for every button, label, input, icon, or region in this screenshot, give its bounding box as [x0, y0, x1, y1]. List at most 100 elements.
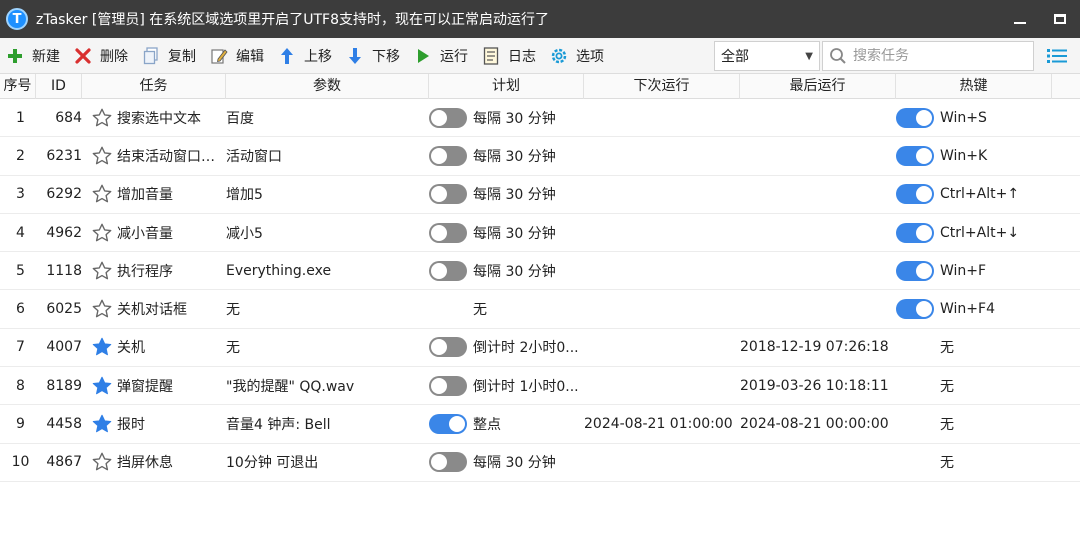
- task-table: 1 684 搜索选中文本 百度 每隔 30 分钟 Win+S 2 6231 结束活动窗口及..…: [0, 99, 1080, 482]
- row-seq: 6: [16, 301, 25, 318]
- row-last-run: [740, 214, 896, 251]
- toggle-knob: [916, 186, 932, 203]
- row-next-run: [584, 367, 740, 404]
- row-task-cell: 减小音量: [82, 214, 226, 251]
- log-button[interactable]: 日志: [476, 38, 544, 74]
- favorite-star-outline-icon[interactable]: [91, 183, 113, 205]
- row-hotkey: 无: [940, 340, 954, 357]
- toggle-knob: [431, 454, 447, 471]
- row-param: 减小5: [226, 225, 263, 242]
- row-plan-cell: 每隔 30 分钟: [429, 137, 584, 174]
- plan-toggle-switch[interactable]: [429, 414, 467, 435]
- plan-toggle-switch[interactable]: [429, 337, 467, 358]
- row-hotkey: Win+S: [940, 109, 987, 126]
- row-last-run: [740, 137, 896, 174]
- toggle-knob: [431, 339, 447, 356]
- plan-toggle-switch[interactable]: [429, 222, 467, 243]
- plan-toggle-switch[interactable]: [429, 260, 467, 281]
- delete-label: 删除: [100, 48, 128, 65]
- column-header-plan[interactable]: 计划: [429, 74, 584, 99]
- hotkey-toggle-switch[interactable]: [896, 184, 934, 205]
- table-row[interactable]: 9 4458 报时 音量4 钟声: Bell 整点 2024-08-21 01:00:00…: [0, 405, 1080, 444]
- plan-toggle-switch[interactable]: [429, 107, 467, 128]
- minimize-button[interactable]: [1000, 0, 1040, 38]
- edit-label: 编辑: [236, 48, 264, 65]
- delete-button[interactable]: 删除: [68, 38, 136, 74]
- list-view-icon: [1047, 49, 1067, 63]
- move-up-button[interactable]: 上移: [272, 38, 340, 74]
- column-header-next-run[interactable]: 下次运行: [584, 74, 740, 99]
- column-header-last-run[interactable]: 最后运行: [740, 74, 896, 99]
- list-view-button[interactable]: [1034, 38, 1080, 74]
- maximize-icon: [1054, 14, 1066, 24]
- row-hotkey-cell: 无: [896, 329, 1080, 366]
- row-plan: 每隔 30 分钟: [473, 148, 556, 165]
- column-header-seq[interactable]: 序号: [0, 74, 36, 99]
- favorite-star-outline-icon[interactable]: [91, 145, 113, 167]
- table-row[interactable]: 1 684 搜索选中文本 百度 每隔 30 分钟 Win+S: [0, 99, 1080, 138]
- hotkey-toggle-switch[interactable]: [896, 299, 934, 320]
- play-icon: [414, 47, 432, 65]
- table-row[interactable]: 6 6025 关机对话框 无 无 Win+F4: [0, 290, 1080, 329]
- favorite-star-outline-icon[interactable]: [91, 298, 113, 320]
- row-last-run: 2024-08-21 00:00:00: [740, 416, 889, 433]
- plan-toggle-switch[interactable]: [429, 145, 467, 166]
- hotkey-toggle-switch[interactable]: [896, 107, 934, 128]
- row-last-run: [740, 290, 896, 327]
- favorite-star-filled-icon[interactable]: [91, 336, 113, 358]
- plan-toggle-switch[interactable]: [429, 184, 467, 205]
- toggle-knob: [431, 377, 447, 394]
- row-hotkey-cell: 无: [896, 367, 1080, 404]
- row-next-run: [584, 444, 740, 481]
- hotkey-toggle-switch[interactable]: [896, 145, 934, 166]
- favorite-star-outline-icon[interactable]: [91, 260, 113, 282]
- favorite-star-outline-icon[interactable]: [91, 451, 113, 473]
- row-next-run: [584, 99, 740, 136]
- column-header-hotkey[interactable]: 热键: [896, 74, 1052, 99]
- hotkey-toggle-switch[interactable]: [896, 222, 934, 243]
- plan-toggle-switch[interactable]: [429, 375, 467, 396]
- toggle-knob: [431, 262, 447, 279]
- row-id: 8189: [46, 377, 82, 394]
- favorite-star-filled-icon[interactable]: [91, 413, 113, 435]
- column-header-task[interactable]: 任务: [82, 74, 226, 99]
- log-document-icon: [482, 46, 500, 65]
- move-down-button[interactable]: 下移: [340, 38, 408, 74]
- row-param: 增加5: [226, 187, 263, 204]
- table-row[interactable]: 10 4867 挡屏休息 10分钟 可退出 每隔 30 分钟 无: [0, 444, 1080, 482]
- row-task-cell: 报时: [82, 405, 226, 442]
- row-plan-cell: 每隔 30 分钟: [429, 444, 584, 481]
- table-row[interactable]: 5 1118 执行程序 Everything.exe 每隔 30 分钟 Win+F: [0, 252, 1080, 291]
- table-row[interactable]: 7 4007 关机 无 倒计时 2小时0... 2018-12-19 07:26:18 无: [0, 329, 1080, 368]
- hotkey-toggle-switch[interactable]: [896, 260, 934, 281]
- favorite-star-outline-icon[interactable]: [91, 222, 113, 244]
- run-button[interactable]: 运行: [408, 38, 476, 74]
- row-plan: 倒计时 2小时0...: [473, 340, 579, 357]
- table-row[interactable]: 8 8189 弹窗提醒 "我的提醒" QQ.wav 倒计时 1小时0... 2019-03…: [0, 367, 1080, 406]
- row-last-run: [740, 176, 896, 213]
- options-button[interactable]: 选项: [544, 38, 612, 74]
- new-button[interactable]: 新建: [0, 38, 68, 74]
- edit-button[interactable]: 编辑: [204, 38, 272, 74]
- column-header-id[interactable]: ID: [36, 74, 82, 99]
- table-row[interactable]: 3 6292 增加音量 增加5 每隔 30 分钟 Ctrl+Alt+↑: [0, 176, 1080, 214]
- row-id: 6292: [46, 186, 82, 203]
- maximize-button[interactable]: [1040, 0, 1080, 38]
- row-next-run: [584, 290, 740, 327]
- category-filter-select[interactable]: 全部 ▼: [714, 41, 820, 71]
- copy-button[interactable]: 复制: [136, 38, 204, 74]
- search-input[interactable]: [853, 48, 1023, 64]
- column-header-param[interactable]: 参数: [226, 74, 429, 99]
- toggle-knob: [916, 109, 932, 126]
- row-task-cell: 关机对话框: [82, 290, 226, 327]
- row-seq: 5: [16, 262, 25, 279]
- row-hotkey-cell: 无: [896, 444, 1080, 481]
- toggle-knob: [431, 109, 447, 126]
- toggle-knob: [449, 416, 465, 433]
- favorite-star-filled-icon[interactable]: [91, 375, 113, 397]
- plan-toggle-switch[interactable]: [429, 452, 467, 473]
- row-hotkey: 无: [940, 378, 954, 395]
- table-row[interactable]: 4 4962 减小音量 减小5 每隔 30 分钟 Ctrl+Alt+↓: [0, 214, 1080, 253]
- table-row[interactable]: 2 6231 结束活动窗口及... 活动窗口 每隔 30 分钟 Win+K: [0, 137, 1080, 176]
- favorite-star-outline-icon[interactable]: [91, 107, 113, 129]
